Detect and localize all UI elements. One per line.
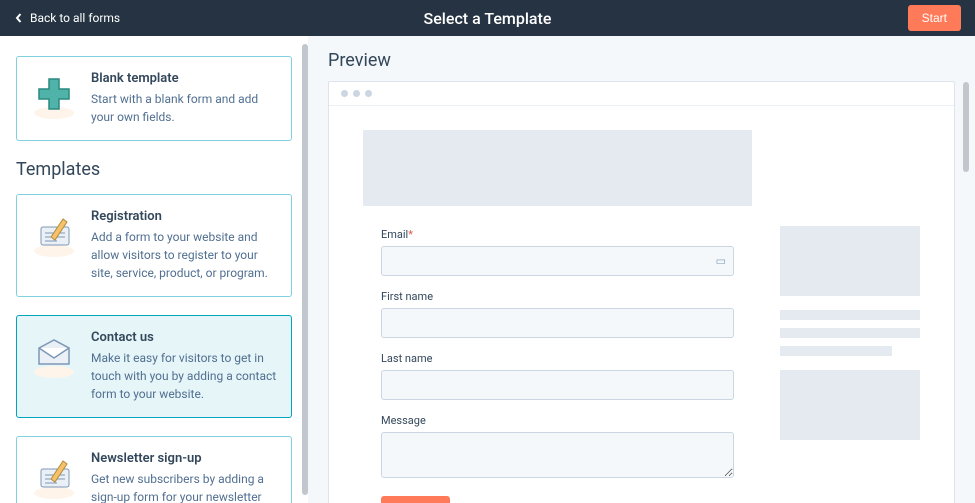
hero-placeholder (363, 130, 752, 206)
skeleton-line (780, 310, 920, 320)
start-button[interactable]: Start (908, 5, 961, 31)
field-last-name: Last name (381, 352, 734, 400)
topbar: Back to all forms Select a Template Star… (0, 0, 975, 36)
label-first-name: First name (381, 290, 734, 303)
card-title: Contact us (91, 330, 277, 345)
form-column: Email* ▭ First name Last name (363, 130, 752, 503)
skeleton-line (780, 346, 892, 356)
plus-icon (29, 71, 79, 121)
envelope-icon (29, 330, 79, 380)
template-card-contact[interactable]: Contact us Make it easy for visitors to … (16, 315, 292, 418)
template-card-newsletter[interactable]: Newsletter sign-up Get new subscribers b… (16, 436, 292, 503)
window-dot (341, 90, 348, 97)
template-card-blank[interactable]: Blank template Start with a blank form a… (16, 56, 292, 141)
window-dot (365, 90, 372, 97)
field-email: Email* ▭ (381, 228, 734, 276)
skeleton-block (780, 370, 920, 440)
newsletter-icon (29, 451, 79, 501)
input-last-name[interactable] (381, 370, 734, 400)
sidebar: Blank template Start with a blank form a… (0, 36, 308, 503)
window-dot (353, 90, 360, 97)
card-desc: Make it easy for visitors to get in touc… (91, 349, 277, 403)
section-title: Templates (16, 159, 292, 180)
browser-body: Email* ▭ First name Last name (329, 106, 954, 503)
preview-heading: Preview (328, 50, 955, 71)
card-title: Blank template (91, 71, 277, 86)
registration-icon (29, 209, 79, 259)
input-message[interactable] (381, 432, 734, 478)
sidebar-placeholder (780, 130, 920, 503)
card-desc: Get new subscribers by adding a sign-up … (91, 470, 277, 503)
card-desc: Add a form to your website and allow vis… (91, 228, 277, 282)
preview-pane: Preview Email* ▭ (308, 36, 975, 503)
back-link[interactable]: Back to all forms (14, 11, 120, 25)
browser-bar (329, 82, 954, 106)
skeleton-block (780, 226, 920, 296)
submit-button[interactable]: Submit (381, 496, 450, 503)
card-desc: Start with a blank form and add your own… (91, 90, 277, 126)
label-message: Message (381, 414, 734, 427)
input-first-name[interactable] (381, 308, 734, 338)
contact-card-icon: ▭ (716, 255, 726, 268)
field-first-name: First name (381, 290, 734, 338)
browser-mock: Email* ▭ First name Last name (328, 81, 955, 503)
card-title: Newsletter sign-up (91, 451, 277, 466)
template-card-registration[interactable]: Registration Add a form to your website … (16, 194, 292, 297)
label-email: Email* (381, 228, 734, 241)
input-email[interactable] (381, 246, 734, 276)
chevron-left-icon (14, 13, 24, 23)
page-title: Select a Template (424, 9, 552, 28)
back-label: Back to all forms (30, 11, 120, 25)
card-title: Registration (91, 209, 277, 224)
main: Blank template Start with a blank form a… (0, 36, 975, 503)
skeleton-line (780, 328, 920, 338)
field-message: Message (381, 414, 734, 482)
label-last-name: Last name (381, 352, 734, 365)
